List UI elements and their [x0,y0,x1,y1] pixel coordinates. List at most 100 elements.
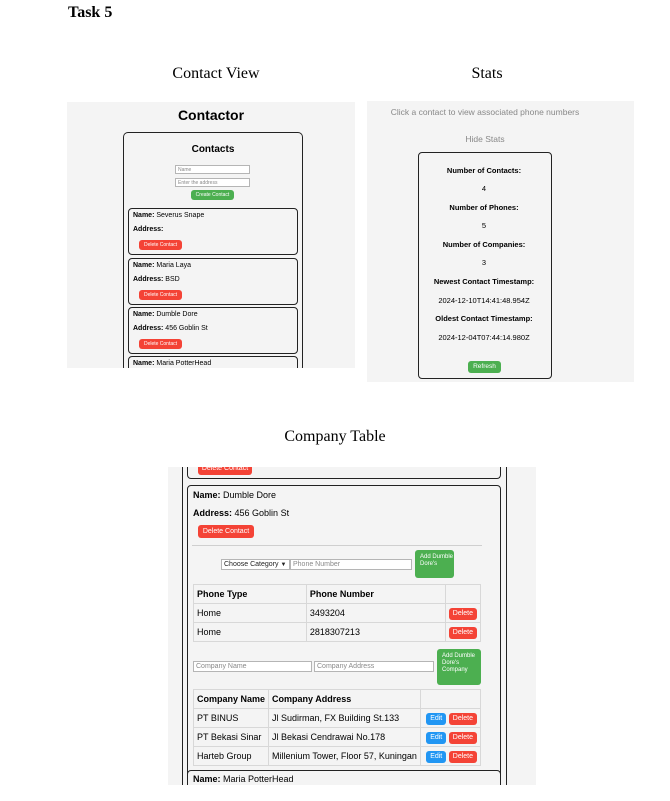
contact-name: Maria PotterHead [223,774,294,784]
contact-card[interactable]: Name: Maria Laya Address: BSD Delete Con… [128,258,298,305]
contact-name-row: Name: Severus Snape [133,212,204,219]
name-label: Name: [193,490,221,500]
app-title: Contactor [177,107,245,123]
column-header: Company Address [268,689,422,709]
stats-screenshot: Click a contact to view associated phone… [367,101,634,382]
oldest-timestamp-label: Oldest Contact Timestamp: [435,314,533,323]
name-label: Name: [193,774,221,784]
phone-table-header: Phone Type Phone Number [193,584,482,604]
contact-name: Maria Laya [156,262,191,269]
phone-type: Home [193,622,307,642]
phones-count-label: Number of Phones: [449,203,519,212]
row-actions: Delete [444,622,482,642]
address-label: Address: [193,508,233,518]
address-label: Address: [133,325,164,332]
table-row: PT BINUS Jl Sudirman, FX Building St.133… [192,708,481,728]
previous-contact-card: Delete Contact [187,467,501,479]
contact-name: Severus Snape [156,212,205,219]
table-row: Home 2818307213 Delete [193,622,482,642]
caption-stats: Stats [471,65,503,82]
contact-card-expanded[interactable]: Name: Dumble Dore Address: 456 Goblin St… [187,485,501,785]
column-header: Phone Type [193,584,307,604]
contact-card[interactable]: Name: Dumble Dore Address: 456 Goblin St… [128,307,298,354]
panel-border-left [182,467,183,785]
delete-contact-button[interactable]: Delete Contact [139,339,182,349]
delete-button[interactable]: Delete [448,750,477,763]
phone-number-input[interactable]: Phone Number [290,559,412,570]
create-contact-button[interactable]: Create Contact [191,190,234,200]
delete-button[interactable]: Delete [448,626,477,639]
contact-name-row: Name: Dumble Dore [193,490,276,500]
column-header-actions [420,689,481,709]
contact-name-row: Name: Dumble Dore [133,311,198,318]
table-row: Home 3493204 Delete [193,603,482,623]
contact-address-row: Address: 456 Goblin St [193,508,289,518]
edit-button[interactable]: Edit [426,750,447,763]
company-table-header: Company Name Company Address [192,689,481,709]
phone-number: 2818307213 [305,622,446,642]
newest-timestamp-label: Newest Contact Timestamp: [433,277,535,286]
category-select[interactable]: Choose Category ▼ [221,559,290,570]
contact-address: BSD [165,276,180,283]
company-name-input[interactable]: Company Name [193,661,312,672]
delete-button[interactable]: Delete [448,607,477,620]
newest-timestamp-value: 2024-12-10T14:41:48.954Z [438,296,530,305]
next-contact-card[interactable]: Name: Maria PotterHead [187,770,501,785]
contacts-count-label: Number of Contacts: [446,166,522,175]
name-input[interactable]: Name [175,165,250,174]
contact-address-row: Address: 456 Goblin St [133,325,208,332]
contact-name: Dumble Dore [156,311,198,318]
name-label: Name: [133,360,155,367]
add-phone-button[interactable]: Add Dumble Dore's [415,550,454,578]
refresh-button[interactable]: Refresh [468,361,501,373]
category-select-value: Choose Category [224,561,279,568]
companies-count-label: Number of Companies: [442,240,526,249]
delete-contact-button[interactable]: Delete Contact [198,525,254,538]
column-header: Phone Number [305,584,446,604]
add-company-button[interactable]: Add Dumble Dore's Company [437,649,481,685]
chevron-down-icon: ▼ [280,562,287,568]
delete-contact-button[interactable]: Delete Contact [198,467,252,475]
address-input[interactable]: Enter the address [175,178,250,187]
delete-contact-button[interactable]: Delete Contact [139,240,182,250]
contact-view-screenshot: Contactor Contacts Name Enter the addres… [67,102,355,368]
contact-name: Maria PotterHead [156,360,212,367]
company-table: Company Name Company Address PT BINUS Jl… [192,689,481,766]
phone-table: Phone Type Phone Number Home 3493204 Del… [193,584,482,642]
contact-address-row: Address: [133,226,163,233]
table-row: PT Bekasi Sinar Jl Bekasi Cendrawai No.1… [192,727,481,747]
contact-name-row: Name: Maria Laya [133,262,191,269]
name-label: Name: [133,262,155,269]
company-address: Millenium Tower, Floor 57, Kuningan [268,746,422,766]
delete-button[interactable]: Delete [448,731,477,744]
contact-card[interactable]: Name: Severus Snape Address: Delete Cont… [128,208,298,255]
row-actions: Edit Delete [420,708,481,728]
contact-card[interactable]: Name: Maria PotterHead [128,356,298,368]
address-label: Address: [133,226,164,233]
table-row: Harteb Group Millenium Tower, Floor 57, … [192,746,481,766]
contacts-title: Contacts [191,144,235,155]
contact-name-row: Name: Maria PotterHead [193,774,294,784]
company-name: PT Bekasi Sinar [192,727,270,747]
panel-border-right [506,467,507,785]
delete-contact-button[interactable]: Delete Contact [139,290,182,300]
edit-button[interactable]: Edit [426,712,447,725]
contacts-count-value: 4 [481,184,487,193]
row-actions: Edit Delete [420,727,481,747]
company-address: Jl Bekasi Cendrawai No.178 [268,727,422,747]
hide-stats-button[interactable]: Hide Stats [435,134,535,144]
stats-panel: Number of Contacts: 4 Number of Phones: … [418,152,552,379]
contact-address-row: Address: BSD [133,276,180,283]
caption-contact-view: Contact View [172,65,260,82]
contact-address: 456 Goblin St [165,325,208,332]
phones-count-value: 5 [481,221,487,230]
contact-name: Dumble Dore [223,490,277,500]
column-header-actions [444,584,482,604]
caption-company-table: Company Table [284,428,386,445]
company-address-input[interactable]: Company Address [314,661,434,672]
edit-button[interactable]: Edit [426,731,447,744]
row-actions: Edit Delete [420,746,481,766]
name-label: Name: [133,311,155,318]
delete-button[interactable]: Delete [448,712,477,725]
name-label: Name: [133,212,155,219]
